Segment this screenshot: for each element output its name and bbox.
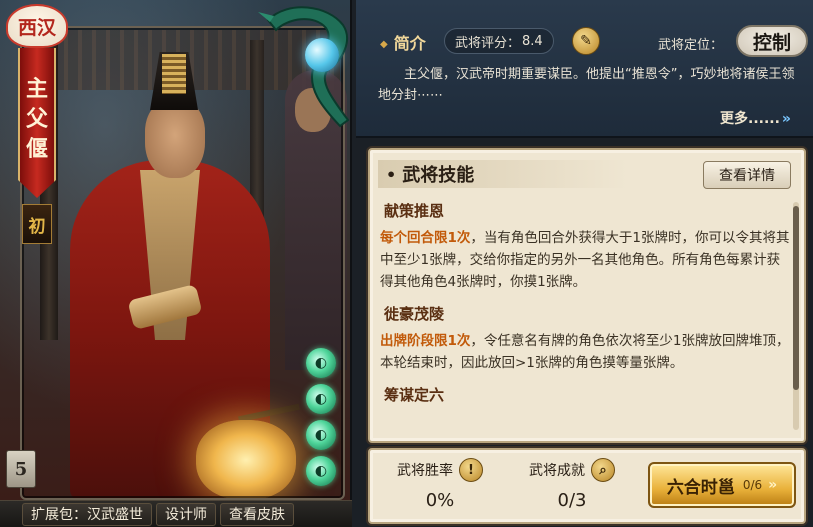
intro-text: 主父偃，汉武帝时期重要谋臣。他提出“推恩令”，巧妙地将诸侯王领地分封⋯⋯ <box>378 67 795 103</box>
name-banner: 西汉 主 父 偃 初 <box>6 4 68 250</box>
win-rate-stat: 武将胜率 ! 0% <box>380 458 500 511</box>
stats-panel: 武将胜率 ! 0% 武将成就 ⌕ 0/3 六合时邕 0/6 » <box>368 448 806 524</box>
skill-name: 徙豪茂陵 <box>384 305 445 323</box>
skill-orbs: ◐ ◐ ◐ ◐ <box>306 348 342 492</box>
skill-orb-icon[interactable]: ◐ <box>306 456 336 486</box>
skills-panel: 武将技能 查看详情 献策推恩 每个回合限1次，当有角色回合外获得大于1张牌时，你… <box>368 148 806 443</box>
intro-title: 简介 <box>380 30 426 54</box>
jade-orb-icon <box>305 38 339 72</box>
character-name: 主 父 偃 <box>18 48 56 198</box>
intro-panel: 简介 武将评分： 8.4 ✎ 武将定位： 控制 主父偃，汉武帝时期重要谋臣。他提… <box>356 0 813 138</box>
combo-button[interactable]: 六合时邕 0/6 » <box>648 462 796 508</box>
skill-orb-icon[interactable]: ◐ <box>306 420 336 450</box>
view-skins-button[interactable]: 查看皮肤 <box>220 502 294 526</box>
skills-scrollbar[interactable] <box>793 202 799 430</box>
double-chevron-right-icon: » <box>768 477 778 493</box>
name-char: 主 <box>25 76 48 102</box>
skill-description: 出牌阶段限1次，令任意名有牌的角色依次将至少1张牌放回牌堆顶，本轮结束时，因此放… <box>380 330 790 374</box>
more-label: 更多...... <box>720 111 780 127</box>
designer-button[interactable]: 设计师 <box>156 502 216 526</box>
skills-list[interactable]: 献策推恩 每个回合限1次，当有角色回合外获得大于1张牌时，你可以令其将其中至少1… <box>380 200 790 434</box>
win-rate-value: 0% <box>425 490 455 511</box>
skill-limit: 出牌阶段限1次 <box>380 333 471 349</box>
achievement-value: 0/3 <box>557 490 587 511</box>
rank-tag: 初 <box>22 204 52 244</box>
view-details-button[interactable]: 查看详情 <box>703 161 791 189</box>
bottom-tab-bar: 扩展包：汉武盛世 设计师 查看皮肤 <box>0 500 352 527</box>
score-label: 武将评分： <box>455 35 521 51</box>
more-link[interactable]: 更多......» <box>720 108 791 128</box>
skills-header: 武将技能 <box>378 160 628 188</box>
score-value: 8.4 <box>522 33 543 49</box>
combo-label: 六合时邕 <box>666 477 735 498</box>
skill-name: 筹谋定六 <box>384 386 445 404</box>
note-icon[interactable]: ✎ <box>572 27 600 55</box>
skill-orb-icon[interactable]: ◐ <box>306 348 336 378</box>
skill-name: 献策推恩 <box>384 202 445 220</box>
win-rate-label: 武将胜率 <box>397 463 453 479</box>
character-card: 西汉 主 父 偃 初 ◐ ◐ ◐ ◐ 5 <box>0 0 352 500</box>
name-char: 父 <box>25 106 48 132</box>
skill-description: 每个回合限1次，当有角色回合外获得大于1张牌时，你可以令其将其中至少1张牌，交给… <box>380 227 790 293</box>
skill-orb-icon[interactable]: ◐ <box>306 384 336 414</box>
role-badge: 控制 <box>736 25 808 57</box>
role-label: 武将定位： <box>658 38 724 53</box>
skill-item: 徙豪茂陵 出牌阶段限1次，令任意名有牌的角色依次将至少1张牌放回牌堆顶，本轮结束… <box>380 303 790 374</box>
level-badge: 5 <box>6 450 36 488</box>
achievement-stat: 武将成就 ⌕ 0/3 <box>512 458 632 511</box>
skill-item: 筹谋定六 <box>380 384 790 405</box>
achievement-label: 武将成就 <box>529 463 585 479</box>
magnifier-icon[interactable]: ⌕ <box>591 458 615 482</box>
skill-limit: 每个回合限1次 <box>380 230 471 246</box>
dragon-ornament-icon <box>258 6 350 128</box>
double-chevron-right-icon: » <box>781 111 791 127</box>
scrollbar-thumb[interactable] <box>793 206 799 390</box>
skill-item: 献策推恩 每个回合限1次，当有角色回合外获得大于1张牌时，你可以令其将其中至少1… <box>380 200 790 293</box>
combo-progress: 0/6 <box>742 478 763 492</box>
dynasty-badge: 西汉 <box>6 4 68 48</box>
expansion-pack-button[interactable]: 扩展包：汉武盛世 <box>22 502 152 526</box>
score-pill: 武将评分： 8.4 <box>444 28 554 54</box>
name-char: 偃 <box>25 136 48 162</box>
exclamation-icon[interactable]: ! <box>459 458 483 482</box>
